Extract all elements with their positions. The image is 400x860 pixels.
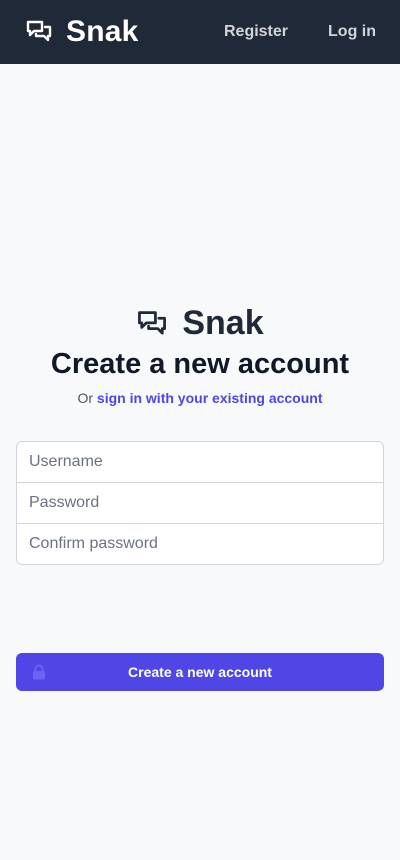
confirm-password-input[interactable] [16,523,384,565]
register-link[interactable]: Register [224,23,288,41]
chat-bubbles-icon [136,308,168,340]
login-link[interactable]: Log in [328,23,376,41]
page-logo-text: Snak [182,304,264,342]
page-title: Create a new account [50,348,350,380]
signin-prompt: Or sign in with your existing account [0,390,400,406]
navbar: Snak Register Log in [0,0,400,64]
register-form [16,441,384,565]
lock-icon [32,664,46,680]
signin-link[interactable]: sign in with your existing account [97,390,323,406]
create-account-label: Create a new account [128,664,272,680]
chat-bubbles-icon [25,18,53,46]
password-input[interactable] [16,482,384,524]
signin-prompt-prefix: Or [77,390,94,406]
create-account-button[interactable]: Create a new account [16,653,384,691]
nav-links: Register Log in [224,23,376,41]
brand-home-link[interactable]: Snak [25,15,139,49]
page-logo: Snak [0,304,400,343]
brand-name: Snak [66,15,139,48]
username-input[interactable] [16,441,384,483]
